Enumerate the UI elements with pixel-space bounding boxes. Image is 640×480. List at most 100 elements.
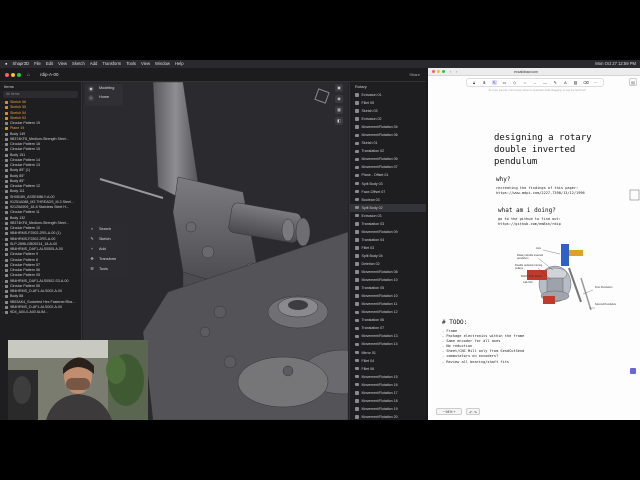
minimize-window-button[interactable]: [11, 73, 15, 77]
history-item[interactable]: Translation 04: [350, 236, 426, 244]
menu-item[interactable]: Add: [90, 60, 97, 68]
history-item[interactable]: Split Body 04: [350, 252, 426, 260]
add-tool-button[interactable]: + Add: [87, 244, 127, 254]
grid-icon[interactable]: ▦: [335, 106, 343, 114]
history-item[interactable]: Fillet 04: [350, 357, 426, 365]
section-icon[interactable]: ◧: [335, 117, 343, 125]
history-item[interactable]: Movement/Rotation 06: [350, 131, 426, 139]
history-item[interactable]: Movement/Rotation 05: [350, 155, 426, 163]
modeling-button[interactable]: ◆ Modeling: [85, 84, 123, 93]
home-button[interactable]: ⌂ Home: [85, 93, 123, 102]
history-item[interactable]: Extrusion 02: [350, 115, 426, 123]
undo-icon[interactable]: ↶: [469, 410, 472, 415]
menu-item[interactable]: File: [34, 60, 41, 68]
history-item[interactable]: Sketch 03: [350, 107, 426, 115]
canvas-title[interactable]: designing a rotary double inverted pendu…: [494, 132, 614, 168]
history-item[interactable]: Plane - Offset 01: [350, 171, 426, 179]
rectangle-icon[interactable]: ▭: [502, 80, 507, 85]
back-icon[interactable]: ‹: [450, 69, 451, 75]
undo-redo-control[interactable]: ↶ ↷: [466, 408, 480, 415]
history-item[interactable]: Movement/Rotation 10: [350, 276, 426, 284]
history-item[interactable]: Fillet 06: [350, 365, 426, 373]
history-item[interactable]: Translation 07: [350, 324, 426, 332]
menu-item[interactable]: Window: [155, 60, 170, 68]
history-item[interactable]: Fillet 05: [350, 99, 426, 107]
eye-icon[interactable]: ◉: [335, 95, 343, 103]
history-item[interactable]: Split Body 03: [350, 180, 426, 188]
menu-item[interactable]: Tools: [126, 60, 136, 68]
redo-icon[interactable]: ↷: [474, 410, 477, 415]
lock-icon[interactable]: 🔒︎: [472, 80, 477, 85]
why-heading[interactable]: why?: [496, 176, 510, 183]
share-button[interactable]: Share: [409, 71, 420, 79]
cursor-icon[interactable]: ↖: [491, 80, 497, 85]
history-item[interactable]: Sketch 01: [350, 139, 426, 147]
history-item[interactable]: Movement/Rotation 10: [350, 292, 426, 300]
search-tool-button[interactable]: ⌕ Search: [87, 224, 127, 234]
history-item[interactable]: Movement/Rotation 13: [350, 332, 426, 340]
menu-item[interactable]: Help: [175, 60, 184, 68]
menu-item[interactable]: Edit: [46, 60, 53, 68]
history-item[interactable]: Fillet 03: [350, 244, 426, 252]
sketch-tool-button[interactable]: ✎ Sketch: [87, 234, 127, 244]
history-item[interactable]: Movement/Rotation 11: [350, 300, 426, 308]
view-cube-icon[interactable]: ▣: [335, 84, 343, 92]
diamond-icon[interactable]: ◇: [512, 80, 517, 85]
minimize-window-button[interactable]: [437, 70, 440, 73]
history-item[interactable]: Translation 03: [350, 220, 426, 228]
zoom-window-button[interactable]: [442, 70, 445, 73]
history-item[interactable]: Movement/Rotation 07: [350, 163, 426, 171]
close-window-button[interactable]: [432, 70, 435, 73]
pencil-icon[interactable]: ✎: [553, 80, 558, 85]
menu-item[interactable]: View: [141, 60, 150, 68]
why-text[interactable]: recreating the findings of this paper: h…: [496, 186, 585, 195]
history-item[interactable]: Translation 06: [350, 316, 426, 324]
history-item[interactable]: Extrusion 01: [350, 91, 426, 99]
what-heading[interactable]: what am i doing?: [498, 207, 556, 214]
history-item[interactable]: Movement/Rotation 18: [350, 397, 426, 405]
history-item[interactable]: Extrusion 03: [350, 212, 426, 220]
history-item[interactable]: Movement/Rotation 14: [350, 340, 426, 348]
menubar-clock[interactable]: Mon Oct 27 12:59 PM: [595, 60, 636, 68]
address-bar[interactable]: excalidraw.com: [506, 70, 546, 75]
what-text[interactable]: go to the github to find out: https://gi…: [498, 217, 561, 226]
tree-search-input[interactable]: All Items: [3, 91, 78, 98]
tree-item[interactable]: › 9D4_A00-0-A00 ALIM...: [0, 310, 81, 315]
ellipse-icon[interactable]: ○: [522, 80, 527, 85]
image-icon[interactable]: ▨: [573, 80, 578, 85]
history-item[interactable]: Movement/Rotation 04: [350, 123, 426, 131]
tools-button[interactable]: ⚒ Tools: [87, 264, 127, 274]
history-item[interactable]: Movement/Rotation 16: [350, 381, 426, 389]
history-item[interactable]: Boolean 03: [350, 196, 426, 204]
history-item[interactable]: Movement/Rotation 15: [350, 373, 426, 381]
zoom-window-button[interactable]: [17, 73, 21, 77]
zoom-in-icon[interactable]: +: [453, 410, 455, 414]
arrow-icon[interactable]: →: [532, 80, 537, 85]
history-item[interactable]: Movement/Rotation 08: [350, 268, 426, 276]
close-window-button[interactable]: [5, 73, 9, 77]
menu-app[interactable]: Shapr3D: [13, 60, 30, 68]
transform-tool-button[interactable]: ✥ Transform: [87, 254, 127, 264]
history-item[interactable]: Split Body 02: [350, 203, 426, 212]
home-icon[interactable]: ⌂: [27, 71, 30, 79]
todo-heading[interactable]: # TODO:: [442, 319, 467, 326]
history-item[interactable]: Movement/Rotation 17: [350, 389, 426, 397]
history-item[interactable]: Movement/Rotation 12: [350, 308, 426, 316]
menu-item[interactable]: Sketch: [72, 60, 85, 68]
history-item[interactable]: Mirror 01: [350, 349, 426, 357]
text-icon[interactable]: A: [563, 80, 568, 85]
library-icon[interactable]: ▤: [629, 78, 637, 86]
zoom-control[interactable]: − 94% +: [436, 408, 462, 415]
history-item[interactable]: Face-Offset 07: [350, 188, 426, 196]
menu-item[interactable]: View: [58, 60, 67, 68]
todo-list[interactable]: - Frame - Package electronics within the …: [442, 329, 524, 365]
document-title[interactable]: rdip-A-00: [40, 71, 59, 79]
forward-icon[interactable]: ›: [456, 69, 457, 75]
apple-icon[interactable]: ●: [5, 60, 8, 68]
more-icon[interactable]: ⋯: [593, 80, 598, 85]
hand-icon[interactable]: ✋︎: [482, 80, 487, 85]
history-item[interactable]: Movement/Rotation 09: [350, 228, 426, 236]
help-icon[interactable]: [630, 368, 636, 374]
pendulum-diagram[interactable]: Axis Rotary double inverted pendulum Dou…: [503, 238, 617, 318]
history-item[interactable]: Translation 02: [350, 147, 426, 155]
